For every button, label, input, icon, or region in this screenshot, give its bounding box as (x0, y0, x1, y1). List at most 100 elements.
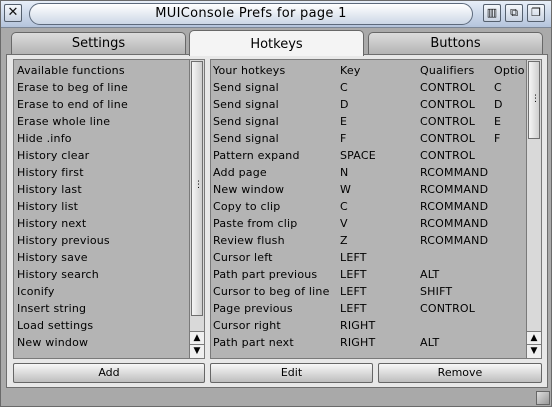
hotkey-key: LEFT (340, 251, 367, 264)
hotkey-name: Paste from clip (213, 217, 298, 230)
function-list-item[interactable]: History previous (17, 232, 187, 249)
hotkey-qualifiers: CONTROL (420, 302, 476, 315)
hotkey-qualifiers: CONTROL (420, 149, 476, 162)
hotkey-key: V (340, 217, 348, 230)
function-list-item[interactable]: Erase whole line (17, 113, 187, 130)
close-window-button[interactable]: ✕ (4, 4, 22, 22)
hotkey-key: RIGHT (340, 319, 376, 332)
hotkey-row[interactable]: Send signal D CONTROL D (213, 96, 526, 113)
tab-buttons[interactable]: Buttons (368, 32, 543, 54)
functions-scroll-knob[interactable]: ⋮ (191, 61, 203, 316)
hotkey-key: N (340, 166, 349, 179)
hotkey-name: Cursor to beg of line (213, 285, 330, 298)
hotkey-row[interactable]: Review flush Z RCOMMAND (213, 232, 526, 249)
function-list-item[interactable]: History list (17, 198, 187, 215)
function-list-item[interactable]: History search (17, 266, 187, 283)
add-button[interactable]: Add (13, 363, 205, 383)
hotkey-row[interactable]: Paste from clip V RCOMMAND (213, 215, 526, 232)
function-list-item[interactable]: Erase to beg of line (17, 79, 187, 96)
hotkey-qualifiers: ALT (420, 268, 440, 281)
hotkey-row[interactable]: Cursor to beg of line LEFT SHIFT (213, 283, 526, 300)
function-list-item[interactable]: History save (17, 249, 187, 266)
function-list-item[interactable]: History last (17, 181, 187, 198)
edit-button[interactable]: Edit (210, 363, 373, 383)
functions-scroll-down-button[interactable]: ▼ (190, 344, 204, 358)
hotkey-key: RIGHT (340, 336, 376, 349)
hotkeys-scroll-knob[interactable]: ⋮ (528, 61, 540, 139)
remove-button[interactable]: Remove (378, 363, 542, 383)
iconify-button[interactable]: ▥ (483, 4, 501, 22)
hotkey-qualifiers: ALT (420, 336, 440, 349)
hotkey-key: F (340, 132, 347, 145)
resize-gadget[interactable] (536, 391, 550, 405)
function-list-item[interactable]: Load settings (17, 317, 187, 334)
hotkeys-header-row: Your hotkeys Key Qualifiers Optio (213, 62, 526, 79)
hotkey-key: LEFT (340, 302, 367, 315)
functions-list[interactable]: Available functions Erase to beg of line E… (13, 59, 205, 359)
function-list-item[interactable]: Hide .info (17, 130, 187, 147)
functions-list-header: Available functions (17, 64, 125, 77)
hotkey-row[interactable]: Copy to clip C RCOMMAND (213, 198, 526, 215)
functions-scroll-up-button[interactable]: ▲ (190, 331, 204, 345)
function-list-item[interactable]: History next (17, 215, 187, 232)
hotkey-name: Cursor right (213, 319, 281, 332)
hotkey-key: LEFT (340, 268, 367, 281)
functions-scrollbar[interactable]: ⋮ ▲ ▼ (189, 60, 204, 358)
function-list-item[interactable]: New window (17, 334, 187, 351)
hotkey-name: Review flush (213, 234, 285, 247)
hotkey-qualifiers: RCOMMAND (420, 234, 489, 247)
function-list-item[interactable]: History first (17, 164, 187, 181)
zoom-button[interactable]: ⧉ (505, 4, 523, 22)
hotkeys-scrollbar[interactable]: ⋮ ▲ ▼ (526, 60, 541, 358)
grip-icon: ⋮ (194, 180, 203, 190)
window-bottom-border (1, 389, 551, 406)
hotkey-row[interactable]: Page previous LEFT CONTROL (213, 300, 526, 317)
column-header[interactable]: Key (340, 62, 361, 79)
hotkey-qualifiers: RCOMMAND (420, 217, 489, 230)
hotkeys-scroll-up-button[interactable]: ▲ (527, 331, 541, 345)
tab-settings[interactable]: Settings (11, 32, 186, 54)
hotkeys-list[interactable]: Your hotkeys Key Qualifiers Optio Send signa… (210, 59, 542, 359)
hotkey-name: Send signal (213, 115, 279, 128)
hotkey-row[interactable]: Cursor right RIGHT (213, 317, 526, 334)
hotkey-qualifiers: RCOMMAND (420, 166, 489, 179)
hotkey-key: SPACE (340, 149, 376, 162)
hotkey-key: C (340, 81, 348, 94)
hotkey-row[interactable]: Send signal E CONTROL E (213, 113, 526, 130)
hotkey-name: Send signal (213, 98, 279, 111)
hotkey-key: D (340, 98, 349, 111)
hotkey-key: E (340, 115, 348, 128)
column-header[interactable]: Optio (494, 62, 525, 79)
hotkey-row[interactable]: Path part previous LEFT ALT (213, 266, 526, 283)
hotkey-options: C (494, 81, 502, 94)
hotkey-name: Page previous (213, 302, 293, 315)
hotkey-name: Cursor left (213, 251, 273, 264)
hotkey-key: Z (340, 234, 348, 247)
grip-icon: ⋮ (531, 94, 540, 104)
tab-hotkeys[interactable]: Hotkeys (189, 30, 364, 56)
hotkey-key: LEFT (340, 285, 367, 298)
title-bar[interactable]: ✕ MUIConsole Prefs for page 1 ▥ ⧉ ❐ (1, 1, 551, 28)
hotkey-qualifiers: CONTROL (420, 98, 476, 111)
hotkey-qualifiers: CONTROL (420, 132, 476, 145)
hotkey-key: C (340, 200, 348, 213)
function-list-item[interactable]: Erase to end of line (17, 96, 187, 113)
hotkey-row[interactable]: Cursor left LEFT (213, 249, 526, 266)
hotkey-name: Path part next (213, 336, 294, 349)
depth-button[interactable]: ❐ (527, 4, 545, 22)
hotkeys-scroll-down-button[interactable]: ▼ (527, 344, 541, 358)
function-list-item[interactable]: Insert string (17, 300, 187, 317)
function-list-item[interactable]: History clear (17, 147, 187, 164)
hotkey-key: W (340, 183, 352, 196)
hotkey-row[interactable]: New window W RCOMMAND (213, 181, 526, 198)
function-list-item[interactable]: Iconify (17, 283, 187, 300)
hotkey-row[interactable]: Add page N RCOMMAND (213, 164, 526, 181)
hotkey-options: E (494, 115, 502, 128)
column-header[interactable]: Your hotkeys (213, 62, 285, 79)
hotkey-row[interactable]: Send signal C CONTROL C (213, 79, 526, 96)
hotkey-qualifiers: CONTROL (420, 115, 476, 128)
hotkey-row[interactable]: Pattern expand SPACE CONTROL (213, 147, 526, 164)
hotkey-row[interactable]: Path part next RIGHT ALT (213, 334, 526, 351)
column-header[interactable]: Qualifiers (420, 62, 474, 79)
hotkey-row[interactable]: Send signal F CONTROL F (213, 130, 526, 147)
